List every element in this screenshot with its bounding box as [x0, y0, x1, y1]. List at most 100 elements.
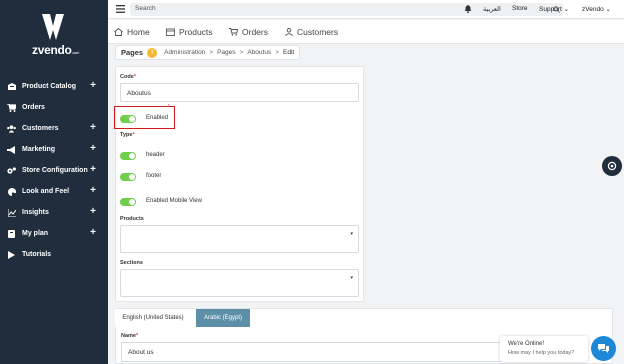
- name-value: About us: [128, 349, 154, 356]
- expand-plus-icon[interactable]: +: [90, 80, 96, 91]
- sidebar-item-label: Customers: [22, 125, 59, 132]
- floating-help-button[interactable]: [602, 156, 622, 176]
- quick-nav-bar: Home Products Orders Customers: [108, 20, 624, 44]
- expand-plus-icon[interactable]: +: [90, 122, 96, 133]
- box-icon: [166, 28, 175, 36]
- palette-icon: [7, 187, 16, 196]
- sidebar-nav: Product Catalog + Orders Customers + Mar…: [0, 76, 108, 265]
- breadcrumb-administration[interactable]: Administration: [164, 49, 205, 56]
- expand-plus-icon[interactable]: +: [90, 185, 96, 196]
- sidebar-item-product-catalog[interactable]: Product Catalog +: [0, 76, 108, 97]
- quick-nav-label: Home: [127, 27, 150, 37]
- breadcrumb-separator: >: [275, 49, 279, 56]
- quick-nav-orders[interactable]: Orders: [229, 27, 268, 37]
- home-icon: [114, 28, 123, 36]
- breadcrumb-aboutus[interactable]: Aboutus: [247, 49, 271, 56]
- sidebar-item-label: Tutorials: [22, 251, 52, 258]
- type-header-label: header: [146, 152, 165, 158]
- products-label: Products: [120, 216, 144, 222]
- quick-nav-label: Products: [179, 27, 213, 37]
- name-field[interactable]: About us: [121, 342, 541, 362]
- quick-nav-home[interactable]: Home: [114, 27, 150, 37]
- sidebar-item-tutorials[interactable]: Tutorials: [0, 244, 108, 265]
- type-label-text: Type: [120, 132, 133, 138]
- search-placeholder: Search: [135, 5, 156, 12]
- sidebar-item-label: Look and Feel: [22, 188, 70, 195]
- type-header-toggle[interactable]: [120, 152, 136, 160]
- users-icon: [7, 124, 16, 133]
- caret-down-icon: ▾: [350, 231, 353, 237]
- user-menu[interactable]: zVendo ⌄: [582, 5, 611, 13]
- cart-icon: [7, 103, 16, 112]
- tab-arabic-egypt[interactable]: Arabic (Egypt): [196, 309, 250, 327]
- page-title: Pages: [121, 48, 144, 57]
- required-mark: *: [132, 132, 135, 138]
- breadcrumb-separator: >: [239, 49, 244, 56]
- sidebar-item-customers[interactable]: Customers +: [0, 118, 108, 139]
- expand-plus-icon[interactable]: +: [90, 143, 96, 154]
- sidebar-item-label: Orders: [22, 104, 45, 111]
- sidebar-item-insights[interactable]: Insights +: [0, 202, 108, 223]
- chat-greeting[interactable]: We're Online! How may I help you today?: [500, 336, 588, 362]
- quick-nav-label: Orders: [242, 27, 268, 37]
- user-label: zVendo: [582, 6, 604, 13]
- chat-help-text: How may I help you today?: [508, 350, 575, 356]
- chat-launcher-button[interactable]: [591, 336, 616, 361]
- language-switch-link[interactable]: العربية: [483, 5, 501, 13]
- sidebar-item-marketing[interactable]: Marketing +: [0, 139, 108, 160]
- required-mark: *: [135, 333, 139, 339]
- code-label: Code*: [120, 74, 136, 80]
- chat-online-text: We're Online!: [508, 341, 545, 347]
- chevron-down-icon: ⌄: [563, 6, 570, 13]
- page-edit-form: Code* Aboutus Enabled Type* header foote…: [115, 66, 364, 302]
- play-icon: [7, 250, 16, 259]
- expand-plus-icon[interactable]: +: [90, 227, 96, 238]
- products-select[interactable]: ▾: [120, 225, 359, 253]
- type-footer-toggle[interactable]: [120, 173, 136, 181]
- sidebar-item-label: Product Catalog: [22, 83, 77, 90]
- breadcrumb-pages[interactable]: Pages: [217, 49, 235, 56]
- sections-select[interactable]: ▾: [120, 269, 359, 297]
- info-badge-icon[interactable]: !: [147, 47, 158, 58]
- type-footer-label: footer: [146, 173, 162, 179]
- sidebar-item-my-plan[interactable]: My plan +: [0, 223, 108, 244]
- sidebar-item-label: Insights: [22, 209, 49, 216]
- store-link[interactable]: Store: [512, 5, 528, 12]
- sections-label: Sections: [120, 260, 143, 266]
- breadcrumb-separator: >: [209, 49, 214, 56]
- quick-nav-customers[interactable]: Customers: [285, 27, 338, 37]
- breadcrumb-edit: Edit: [282, 49, 295, 56]
- expand-plus-icon[interactable]: +: [90, 164, 96, 175]
- sidebar-item-label: Store Configuration: [22, 167, 88, 174]
- required-mark: *: [133, 74, 136, 80]
- code-field[interactable]: Aboutus: [120, 83, 359, 102]
- breadcrumb: Pages ! Administration > Pages > Aboutus…: [115, 45, 301, 60]
- megaphone-icon: [7, 145, 16, 154]
- chevron-down-icon: ⌄: [605, 6, 611, 13]
- bell-icon[interactable]: [464, 5, 472, 13]
- name-label: Name*: [121, 333, 138, 339]
- support-label: Support: [539, 6, 562, 13]
- code-label-text: Code: [120, 74, 134, 80]
- mobile-view-label: Enabled Mobile View: [146, 198, 202, 204]
- expand-plus-icon[interactable]: +: [90, 206, 96, 217]
- support-menu[interactable]: Support ⌄: [539, 5, 569, 13]
- logo-text: zvendo: [32, 43, 72, 57]
- cogs-icon: [7, 166, 16, 175]
- sidebar-item-orders[interactable]: Orders: [0, 97, 108, 118]
- user-icon: [285, 28, 293, 36]
- name-label-text: Name: [121, 333, 136, 339]
- code-value: Aboutus: [127, 90, 151, 97]
- mobile-view-toggle[interactable]: [120, 198, 136, 206]
- top-bar: Search العربية Store Support ⌄ zVendo ⌄: [108, 0, 624, 19]
- brand-logo[interactable]: zvendo.com: [26, 10, 86, 58]
- quick-nav-products[interactable]: Products: [166, 27, 213, 37]
- type-label: Type*: [120, 132, 135, 138]
- chart-icon: [7, 208, 16, 217]
- hamburger-menu-icon[interactable]: [116, 5, 125, 13]
- sidebar-item-store-configuration[interactable]: Store Configuration +: [0, 160, 108, 181]
- sidebar: zvendo.com Product Catalog + Orders Cust…: [0, 0, 108, 364]
- tab-english-united-states[interactable]: English (United States): [115, 309, 191, 327]
- sidebar-item-look-and-feel[interactable]: Look and Feel +: [0, 181, 108, 202]
- enabled-highlight-box: [114, 106, 175, 129]
